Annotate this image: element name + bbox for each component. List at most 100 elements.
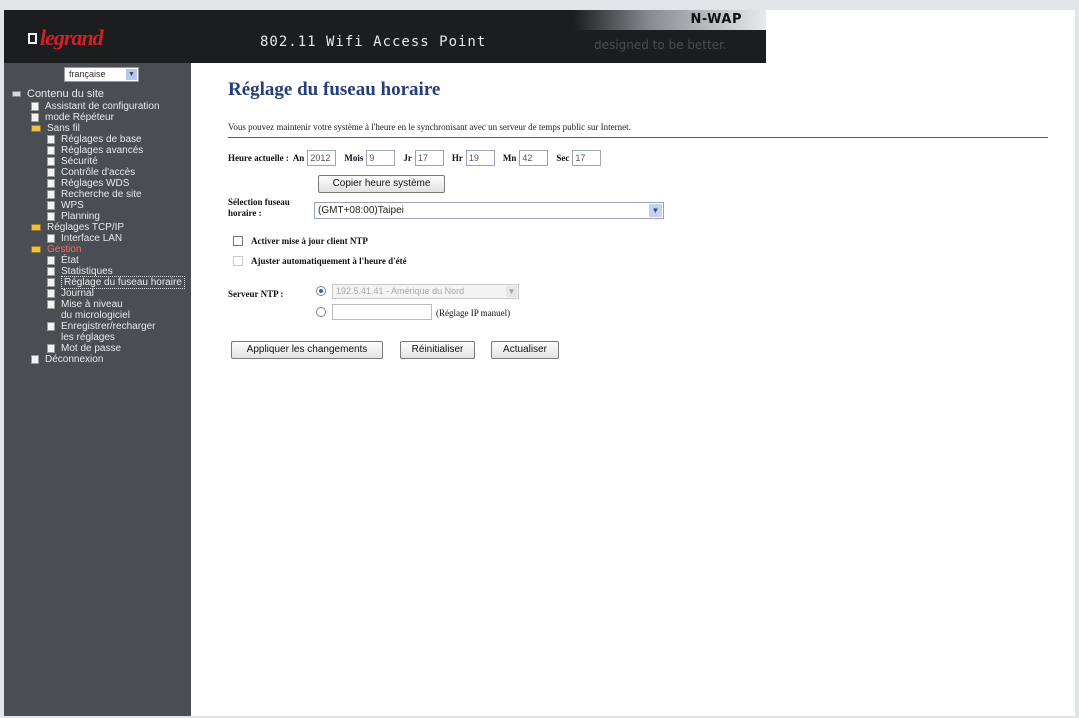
sidebar-item[interactable]: Contrôle d'accès [4,167,191,178]
page-icon [47,234,55,243]
divider [228,137,1048,138]
page-icon [47,179,55,188]
page-icon [47,135,55,144]
sidebar-item[interactable]: Sans fil [4,123,191,134]
sidebar-item-label: Sans fil [47,123,80,134]
ntp-enable-checkbox[interactable] [233,236,243,246]
sidebar-item-label: Réglages TCP/IP [47,222,125,233]
sidebar-item-label: les réglages [61,332,115,343]
sidebar-item-label: Recherche de site [61,189,142,200]
sidebar-item-label: Mot de passe [61,343,122,354]
product-title: 802.11 Wifi Access Point [260,34,487,50]
sidebar-item[interactable]: Assistant de configuration [4,101,191,112]
sidebar-item[interactable]: Recherche de site [4,189,191,200]
sidebar-item[interactable]: Réglages WDS [4,178,191,189]
model-name: N-WAP [690,12,742,27]
sidebar-item[interactable]: les réglages [4,332,191,343]
day-input[interactable]: 17 [414,150,444,166]
dst-checkbox[interactable] [233,256,243,266]
root-folder-icon [12,91,21,97]
timezone-label-line2: horaire : [228,208,262,218]
language-select[interactable]: française ▼ [64,67,139,82]
sidebar-item-label: Mise à niveau [61,299,123,310]
page-icon [47,168,55,177]
page-title: Réglage du fuseau horaire [228,79,441,100]
sidebar-item[interactable]: Planning [4,211,191,222]
sidebar-item-label: Enregistrer/recharger [61,321,156,332]
chevron-down-icon[interactable]: ▼ [649,204,662,217]
sidebar-item-label: Journal [61,288,94,299]
browser-frame: legrand 802.11 Wifi Access Point N-WAP d… [0,0,1079,718]
refresh-button[interactable]: Actualiser [491,341,559,359]
reset-button[interactable]: Réinitialiser [400,341,475,359]
sidebar-item[interactable]: mode Répéteur [4,112,191,123]
sidebar-item-label: Réglages de base [61,134,142,145]
page-icon [47,212,55,221]
page-icon [31,355,39,364]
second-input[interactable]: 17 [572,150,602,166]
copy-system-time-button[interactable]: Copier heure système [318,175,445,193]
sidebar-item[interactable]: Enregistrer/recharger [4,321,191,332]
sidebar-item-label: Planning [61,211,100,222]
current-time-row: Heure actuelle : An 2012 Mois 9 Jr 17 Hr… [228,149,609,167]
logo-square-icon [28,32,37,44]
sidebar-item[interactable]: Contenu du site [4,87,191,101]
ntp-server-select[interactable]: 192.5.41.41 - Amérique du Nord ▼ [332,284,519,299]
ntp-enable-row: Activer mise à jour client NTP [233,236,368,246]
sidebar-item-label: Réglages avancés [61,145,144,156]
apply-changes-button[interactable]: Appliquer les changements [231,341,383,359]
sidebar-item[interactable]: État [4,255,191,266]
sidebar-item[interactable]: Interface LAN [4,233,191,244]
folder-icon [31,246,41,253]
sidebar-item[interactable]: Déconnexion [4,354,191,365]
page-icon [47,190,55,199]
year-input[interactable]: 2012 [307,150,337,166]
timezone-select[interactable]: (GMT+08:00)Taipei ▼ [314,202,664,219]
brand-name: legrand [40,25,104,50]
chevron-down-icon[interactable]: ▼ [126,69,137,80]
sidebar-item[interactable]: Mise à niveau [4,299,191,310]
page: legrand 802.11 Wifi Access Point N-WAP d… [4,10,1075,716]
minute-input[interactable]: 42 [519,150,549,166]
sidebar-item[interactable]: Réglages de base [4,134,191,145]
page-description: Vous pouvez maintenir votre système à l'… [228,122,631,132]
second-label: Sec [556,153,570,163]
sidebar-item[interactable]: Sécurité [4,156,191,167]
ntp-server-value: 192.5.41.41 - Amérique du Nord [336,286,465,296]
minute-label: Mn [502,153,517,163]
page-icon [47,300,55,309]
sidebar-item[interactable]: Réglages TCP/IP [4,222,191,233]
sidebar-item[interactable]: Réglage du fuseau horaire [4,276,191,289]
sidebar-item[interactable]: Journal [4,288,191,299]
folder-icon [31,125,41,132]
hour-input[interactable]: 19 [465,150,495,166]
page-icon [47,256,55,265]
sidebar-item[interactable]: Mot de passe [4,343,191,354]
sidebar: française ▼ Contenu du site Assistant de … [4,63,191,716]
sidebar-item-label: Assistant de configuration [45,101,160,112]
page-icon [47,146,55,155]
sidebar-item[interactable]: WPS [4,200,191,211]
tagline: designed to be better. [594,38,727,52]
month-input[interactable]: 9 [366,150,396,166]
sidebar-item-label: Sécurité [61,156,98,167]
header-banner: legrand 802.11 Wifi Access Point N-WAP d… [4,10,766,63]
sidebar-item-label: WPS [61,200,84,211]
sidebar-item-label: Gestion [47,244,82,255]
chevron-down-icon[interactable]: ▼ [506,286,517,297]
page-icon [47,278,55,287]
ntp-preset-radio[interactable] [316,286,326,296]
page-icon [47,322,55,331]
ntp-manual-ip-input[interactable] [332,304,432,320]
page-icon [31,113,39,122]
year-label: An [292,153,305,163]
ntp-manual-radio[interactable] [316,307,326,317]
sidebar-item[interactable]: Réglages avancés [4,145,191,156]
sidebar-item[interactable]: du micrologiciel [4,310,191,321]
timezone-value: (GMT+08:00)Taipei [318,205,404,216]
sidebar-item-label: Contrôle d'accès [61,167,136,178]
page-icon [47,267,55,276]
sidebar-item-label: du micrologiciel [61,310,130,321]
brand-logo: legrand [28,25,104,51]
sidebar-item[interactable]: Gestion [4,244,191,255]
